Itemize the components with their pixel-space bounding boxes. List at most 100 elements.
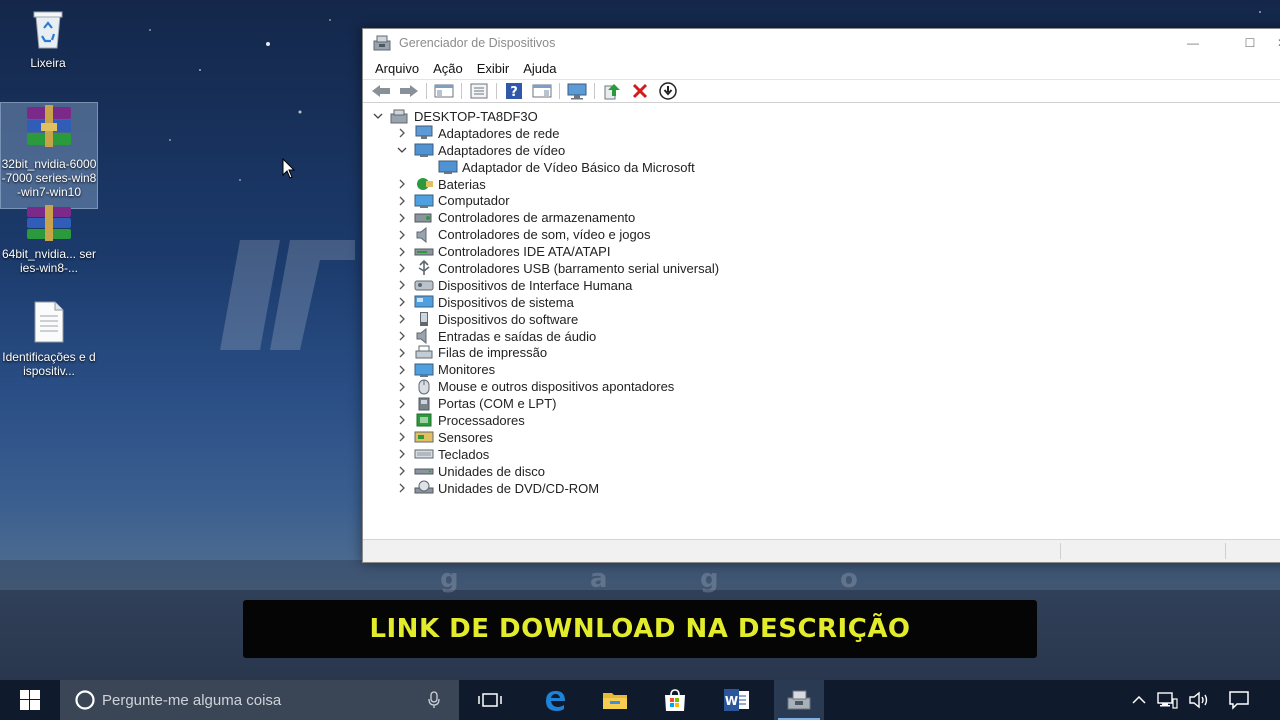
chevron-right-icon[interactable] <box>395 430 409 444</box>
chevron-right-icon[interactable] <box>395 363 409 377</box>
device-category-node[interactable]: Mouse e outros dispositivos apontadores <box>363 378 1280 395</box>
cortana-search-box[interactable]: Pergunte-me alguma coisa <box>60 680 459 720</box>
action-pane-icon[interactable] <box>530 81 554 101</box>
action-center-button[interactable] <box>1224 680 1254 720</box>
chevron-right-icon[interactable] <box>395 329 409 343</box>
chevron-right-icon[interactable] <box>395 261 409 275</box>
chevron-right-icon[interactable] <box>395 211 409 225</box>
chevron-right-icon[interactable] <box>395 447 409 461</box>
chevron-right-icon[interactable] <box>395 397 409 411</box>
device-category-node[interactable]: Monitores <box>363 361 1280 378</box>
display-adapter-icon <box>414 143 434 158</box>
maximize-button[interactable]: ☐ <box>1235 33 1265 53</box>
chevron-right-icon[interactable] <box>395 346 409 360</box>
svg-text:g: g <box>440 565 459 594</box>
svg-text:a: a <box>590 565 608 594</box>
desktop-icon-32bit-archive[interactable]: 32bit_nvidia-6000-7000 series-win8-win7-… <box>0 102 98 209</box>
device-category-node[interactable]: Controladores de armazenamento <box>363 209 1280 226</box>
microphone-icon[interactable] <box>427 691 441 709</box>
device-category-node[interactable]: Filas de impressão <box>363 344 1280 361</box>
show-hide-console-tree-icon[interactable] <box>432 81 456 101</box>
windows-logo-icon <box>20 690 40 710</box>
hid-icon <box>414 278 434 293</box>
device-category-node[interactable]: Controladores USB (barramento serial uni… <box>363 260 1280 277</box>
chevron-right-icon[interactable] <box>395 481 409 495</box>
device-manager-window[interactable]: Gerenciador de Dispositivos — ☐ ✕ Arquiv… <box>362 28 1280 563</box>
device-category-node[interactable]: Computador <box>363 192 1280 209</box>
device-category-node[interactable]: Controladores IDE ATA/ATAPI <box>363 243 1280 260</box>
store-button[interactable] <box>650 680 700 720</box>
forward-arrow-icon[interactable] <box>397 81 421 101</box>
menu-arquivo[interactable]: Arquivo <box>371 59 427 78</box>
computer-icon <box>414 193 434 208</box>
title-bar[interactable]: Gerenciador de Dispositivos — ☐ ✕ <box>363 29 1280 57</box>
chevron-down-icon[interactable] <box>395 143 409 157</box>
file-explorer-button[interactable] <box>590 680 640 720</box>
device-category-node[interactable]: Entradas e saídas de áudio <box>363 328 1280 345</box>
chevron-down-icon[interactable] <box>371 109 385 123</box>
chevron-right-icon[interactable] <box>395 278 409 292</box>
chevron-right-icon[interactable] <box>395 413 409 427</box>
monitor-scan-icon[interactable] <box>565 81 589 101</box>
device-category-node[interactable]: Teclados <box>363 446 1280 463</box>
volume-tray-button[interactable] <box>1186 680 1212 720</box>
chevron-right-icon[interactable] <box>395 177 409 191</box>
start-button[interactable] <box>0 680 60 720</box>
help-icon[interactable]: ? <box>502 81 526 101</box>
device-category-node[interactable]: Unidades de disco <box>363 463 1280 480</box>
chevron-right-icon[interactable] <box>395 464 409 478</box>
device-manager-taskbar-button[interactable] <box>774 680 824 720</box>
desktop-icon-recycle-bin[interactable]: Lixeira <box>0 6 96 70</box>
network-icon <box>1157 692 1178 709</box>
device-category-node[interactable]: Unidades de DVD/CD-ROM <box>363 480 1280 497</box>
taskbar: Pergunte-me alguma coisa W <box>0 680 1280 720</box>
device-category-node[interactable]: Portas (COM e LPT) <box>363 395 1280 412</box>
device-category-node[interactable]: Adaptadores de vídeo <box>363 142 1280 159</box>
disable-device-icon[interactable] <box>656 81 680 101</box>
device-category-node[interactable]: Dispositivos de sistema <box>363 294 1280 311</box>
menu-exibir[interactable]: Exibir <box>473 59 518 78</box>
device-category-node[interactable]: Baterias <box>363 176 1280 193</box>
chevron-right-icon[interactable] <box>395 295 409 309</box>
device-category-label: Monitores <box>438 362 496 378</box>
chevron-right-icon[interactable] <box>395 194 409 208</box>
menu-acao[interactable]: Ação <box>429 59 471 78</box>
winrar-archive-icon <box>1 103 97 154</box>
uninstall-device-icon[interactable] <box>628 81 652 101</box>
chevron-right-icon[interactable] <box>395 126 409 140</box>
word-button[interactable]: W <box>712 680 762 720</box>
file-explorer-icon <box>603 693 627 709</box>
chevron-right-icon[interactable] <box>395 380 409 394</box>
device-category-node[interactable]: Controladores de som, vídeo e jogos <box>363 226 1280 243</box>
device-category-node[interactable]: Sensores <box>363 429 1280 446</box>
device-category-node[interactable]: Dispositivos do software <box>363 311 1280 328</box>
status-bar-divider <box>1225 543 1226 559</box>
task-view-button[interactable] <box>465 680 515 720</box>
show-hidden-icons-button[interactable] <box>1128 680 1150 720</box>
device-category-node[interactable]: Processadores <box>363 412 1280 429</box>
back-arrow-icon[interactable] <box>369 81 393 101</box>
desktop-icon-label: Lixeira <box>30 56 66 70</box>
keyboard-icon <box>414 447 434 462</box>
properties-icon[interactable] <box>467 81 491 101</box>
menu-ajuda[interactable]: Ajuda <box>519 59 564 78</box>
close-button[interactable]: ✕ <box>1267 33 1280 53</box>
network-tray-button[interactable] <box>1154 680 1180 720</box>
desktop-icon-64bit-archive[interactable]: 64bit_nvidia... series-win8-... <box>1 205 97 275</box>
edge-icon <box>546 691 565 711</box>
toolbar-separator <box>594 83 595 99</box>
chevron-right-icon[interactable] <box>395 228 409 242</box>
update-driver-icon[interactable] <box>600 81 624 101</box>
device-category-node[interactable]: Adaptadores de rede <box>363 125 1280 142</box>
desktop-icon-text-document[interactable]: Identificações e dispositiv... <box>1 300 97 378</box>
device-node[interactable]: Adaptador de Vídeo Básico da Microsoft <box>363 159 1280 176</box>
monitor-icon <box>414 362 434 377</box>
tree-root-node[interactable]: DESKTOP-TA8DF3O <box>363 108 1280 125</box>
minimize-button[interactable]: — <box>1178 33 1208 53</box>
device-category-node[interactable]: Dispositivos de Interface Humana <box>363 277 1280 294</box>
chevron-right-icon[interactable] <box>395 245 409 259</box>
chevron-right-icon[interactable] <box>395 312 409 326</box>
edge-button[interactable] <box>530 680 580 720</box>
volume-icon <box>1189 691 1208 709</box>
device-tree[interactable]: DESKTOP-TA8DF3O Adaptadores de rede Adapt… <box>363 106 1280 541</box>
